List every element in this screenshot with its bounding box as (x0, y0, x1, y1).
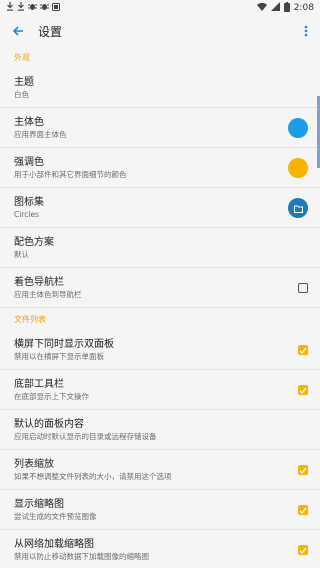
status-bar: 2:08 (0, 0, 320, 16)
check-icon (299, 500, 307, 519)
download-icon (6, 2, 14, 14)
more-vert-icon (304, 22, 308, 41)
icon-set-preview[interactable] (288, 197, 308, 218)
section-title-file-list: 文件列表 (14, 314, 46, 324)
pref-bottom-toolbar[interactable]: 底部工具栏 在底部显示上下文操作 (0, 370, 320, 410)
check-icon (299, 460, 307, 479)
check-icon (299, 540, 307, 559)
pref-colored-navbar[interactable]: 着色导航栏 应用主体色到导航栏 (0, 268, 320, 308)
pref-default-panel-content[interactable]: 默认的面板内容 应用启动时默认显示的目录或远程存储设备 (0, 410, 320, 450)
back-button[interactable] (0, 16, 36, 46)
pref-subtitle: 如果不想调整文件列表的大小，请禁用这个选项 (14, 471, 172, 481)
settings-list: 外观 主题 白色 主体色 应用界面主体色 强调色 用于小部件和其它界面细节的颜色 图标… (0, 46, 320, 568)
pref-title: 强调色 (14, 156, 44, 168)
pref-color-scheme[interactable]: 配色方案 默认 (0, 228, 320, 268)
pref-title: 主题 (14, 76, 34, 88)
arrow-back-icon (12, 22, 24, 41)
check-icon (299, 380, 307, 399)
pref-accent-color[interactable]: 强调色 用于小部件和其它界面细节的颜色 (0, 148, 320, 188)
signal-icon (270, 2, 280, 14)
pref-subtitle: 默认 (14, 249, 29, 259)
page-title: 设置 (38, 24, 63, 39)
app-bar: 设置 (0, 16, 320, 46)
checkbox-show-thumbnails[interactable] (298, 504, 308, 515)
pref-subtitle: 禁用以防止移动数据下加载图像的缩略图 (14, 551, 149, 561)
section-title-appearance: 外观 (14, 52, 30, 62)
app-icon (52, 2, 60, 14)
checkbox-network-thumbnails[interactable] (298, 544, 308, 555)
checkbox-list-zoom[interactable] (298, 464, 308, 475)
pref-subtitle: 应用启动时默认显示的目录或远程存储设备 (14, 431, 157, 441)
pref-list-zoom[interactable]: 列表缩放 如果不想调整文件列表的大小，请禁用这个选项 (0, 450, 320, 490)
pref-title: 底部工具栏 (14, 378, 64, 390)
pref-title: 配色方案 (14, 236, 54, 248)
pref-subtitle: 应用界面主体色 (14, 129, 67, 139)
download-icon (17, 2, 25, 14)
pref-subtitle: 禁用以在横屏下显示单面板 (14, 351, 104, 361)
pref-subtitle: Circles (14, 209, 39, 219)
pref-subtitle: 用于小部件和其它界面细节的颜色 (14, 169, 127, 179)
pref-theme[interactable]: 主题 白色 (0, 68, 320, 108)
pref-icon-set[interactable]: 图标集 Circles (0, 188, 320, 228)
battery-icon (283, 1, 290, 15)
pref-dual-pane[interactable]: 横屏下同时显示双面板 禁用以在横屏下显示单面板 (0, 330, 320, 370)
pref-title: 横屏下同时显示双面板 (14, 338, 114, 350)
pref-title: 图标集 (14, 196, 44, 208)
checkbox-bottom-toolbar[interactable] (298, 384, 308, 395)
pref-subtitle: 白色 (14, 89, 29, 99)
pref-title: 着色导航栏 (14, 276, 64, 288)
overflow-menu-button[interactable] (292, 16, 320, 46)
pref-show-thumbnails[interactable]: 显示缩略图 尝试生成的文件预览图像 (0, 490, 320, 530)
pref-title: 列表缩放 (14, 458, 54, 470)
check-icon (299, 340, 307, 359)
pref-title: 从网络加载缩略图 (14, 538, 94, 550)
pref-subtitle: 尝试生成的文件预览图像 (14, 511, 97, 521)
color-swatch[interactable] (288, 157, 308, 178)
checkbox-dual-pane[interactable] (298, 344, 308, 355)
pref-title: 默认的面板内容 (14, 418, 84, 430)
pref-network-thumbnails[interactable]: 从网络加载缩略图 禁用以防止移动数据下加载图像的缩略图 (0, 530, 320, 568)
bug-icon (28, 2, 37, 14)
clock-time: 2:08 (293, 3, 314, 13)
pref-primary-color[interactable]: 主体色 应用界面主体色 (0, 108, 320, 148)
pref-title: 显示缩略图 (14, 498, 64, 510)
checkbox-colored-navbar[interactable] (298, 282, 308, 293)
bug-icon (40, 2, 49, 14)
pref-subtitle: 应用主体色到导航栏 (14, 289, 82, 299)
pref-subtitle: 在底部显示上下文操作 (14, 391, 89, 401)
folder-icon (293, 198, 303, 217)
color-swatch[interactable] (288, 117, 308, 138)
wifi-icon (256, 2, 267, 14)
pref-title: 主体色 (14, 116, 44, 128)
